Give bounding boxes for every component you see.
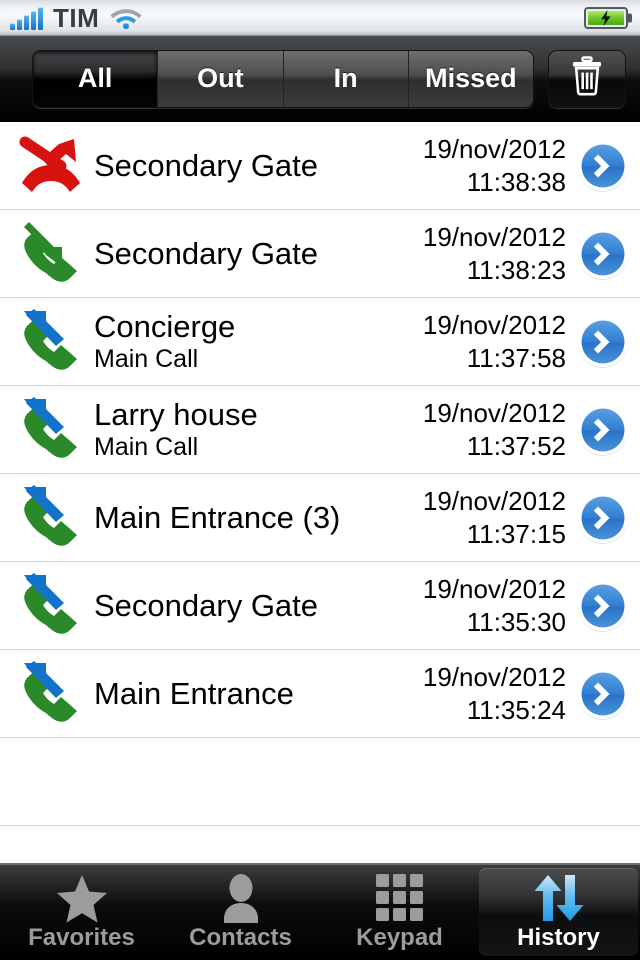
star-icon — [56, 873, 108, 923]
call-list-row[interactable]: Secondary Gate 19/nov/2012 11:38:38 — [0, 122, 640, 210]
history-arrows-icon — [531, 873, 587, 923]
tab-bar: Favorites Contacts Keypad History — [0, 863, 640, 960]
phone-screen: TIM All Out In Missed Secondary Gate 19/… — [0, 0, 640, 960]
call-row-timestamp: 19/nov/2012 11:35:24 — [423, 661, 576, 727]
filter-segment-in[interactable]: In — [283, 50, 409, 107]
filter-segment-all[interactable]: All — [33, 50, 159, 107]
trash-icon — [570, 56, 604, 101]
call-row-timestamp: 19/nov/2012 11:37:58 — [423, 309, 576, 375]
call-row-timestamp: 19/nov/2012 11:38:38 — [423, 133, 576, 199]
call-row-date: 19/nov/2012 — [422, 221, 566, 252]
call-list-row[interactable]: Main Entrance 19/nov/2012 11:35:24 — [0, 650, 640, 738]
filter-segment-missed[interactable]: Missed — [408, 50, 533, 107]
call-row-title: Secondary Gate — [94, 235, 319, 271]
disclosure-chevron-icon[interactable] — [576, 403, 630, 457]
call-list-row[interactable]: Secondary Gate 19/nov/2012 11:35:30 — [0, 562, 640, 650]
call-row-text: Main Entrance (3) — [90, 500, 423, 536]
tab-history-label: History — [517, 924, 600, 951]
call-row-time: 11:35:30 — [466, 606, 566, 637]
carrier-label: TIM — [53, 3, 100, 33]
call-row-time: 11:38:23 — [466, 254, 566, 285]
call-row-text: Larry house Main Call — [90, 397, 423, 462]
call-list-empty-row — [0, 738, 640, 826]
call-row-title: Main Entrance — [94, 675, 294, 711]
tab-favorites-label: Favorites — [28, 924, 135, 951]
disclosure-chevron-icon[interactable] — [576, 139, 630, 193]
filter-segment-out[interactable]: Out — [158, 50, 284, 107]
call-row-title: Concierge — [94, 309, 236, 344]
call-row-title: Secondary Gate — [94, 147, 319, 183]
call-row-date: 19/nov/2012 — [422, 573, 566, 604]
incoming-call-icon — [12, 221, 90, 287]
call-history-list[interactable]: Secondary Gate 19/nov/2012 11:38:38 Seconda… — [0, 122, 640, 863]
disclosure-chevron-icon[interactable] — [576, 227, 630, 281]
call-list-row[interactable]: Larry house Main Call 19/nov/2012 11:37:52 — [0, 386, 640, 474]
status-bar: TIM — [0, 0, 640, 36]
call-list-row[interactable]: Main Entrance (3) 19/nov/2012 11:37:15 — [0, 474, 640, 562]
call-row-time: 11:37:15 — [466, 518, 566, 549]
call-row-date: 19/nov/2012 — [422, 661, 566, 692]
keypad-grid-icon — [375, 873, 425, 923]
call-row-title: Larry house — [94, 397, 258, 432]
call-row-date: 19/nov/2012 — [422, 397, 566, 428]
signal-bars-icon — [10, 7, 43, 30]
call-row-timestamp: 19/nov/2012 11:38:23 — [423, 221, 576, 287]
disclosure-chevron-icon[interactable] — [576, 315, 630, 369]
tab-contacts[interactable]: Contacts — [161, 868, 320, 956]
filter-toolbar: All Out In Missed — [0, 36, 640, 122]
call-row-text: Secondary Gate — [90, 236, 423, 272]
tab-history[interactable]: History — [479, 868, 638, 956]
disclosure-chevron-icon[interactable] — [576, 579, 630, 633]
missed-call-icon — [12, 133, 90, 199]
call-row-time: 11:37:52 — [466, 430, 566, 461]
call-row-time: 11:38:38 — [466, 166, 566, 197]
call-row-timestamp: 19/nov/2012 11:37:15 — [423, 485, 576, 551]
tab-keypad[interactable]: Keypad — [320, 868, 479, 956]
call-row-text: Concierge Main Call — [90, 309, 423, 374]
outgoing-call-icon — [12, 572, 90, 639]
disclosure-chevron-icon[interactable] — [576, 667, 630, 721]
call-row-subtitle: Main Call — [94, 433, 199, 461]
call-row-subtitle: Main Call — [94, 345, 199, 373]
call-row-timestamp: 19/nov/2012 11:37:52 — [423, 397, 576, 463]
call-row-text: Main Entrance — [90, 676, 423, 712]
outgoing-call-icon — [12, 308, 90, 375]
call-row-text: Secondary Gate — [90, 148, 423, 184]
call-row-text: Secondary Gate — [90, 588, 423, 624]
tab-keypad-label: Keypad — [356, 924, 443, 951]
call-list-row[interactable]: Concierge Main Call 19/nov/2012 11:37:58 — [0, 298, 640, 386]
battery-charging-icon — [584, 6, 628, 29]
outgoing-call-icon — [12, 660, 90, 727]
status-bar-left: TIM — [10, 3, 143, 33]
call-row-time: 11:37:58 — [466, 342, 566, 373]
wifi-icon — [109, 5, 143, 29]
call-row-time: 11:35:24 — [466, 694, 566, 725]
call-row-date: 19/nov/2012 — [422, 133, 566, 164]
tab-favorites[interactable]: Favorites — [2, 868, 161, 956]
call-row-date: 19/nov/2012 — [422, 309, 566, 340]
call-filter-segmented-control[interactable]: All Out In Missed — [32, 49, 534, 108]
call-row-title: Secondary Gate — [94, 587, 319, 623]
call-row-title: Main Entrance (3) — [94, 499, 341, 535]
call-list-row[interactable]: Secondary Gate 19/nov/2012 11:38:23 — [0, 210, 640, 298]
delete-button[interactable] — [548, 49, 626, 108]
call-row-timestamp: 19/nov/2012 11:35:30 — [423, 573, 576, 639]
tab-contacts-label: Contacts — [189, 924, 292, 951]
disclosure-chevron-icon[interactable] — [576, 491, 630, 545]
call-row-date: 19/nov/2012 — [422, 485, 566, 516]
outgoing-call-icon — [12, 484, 90, 551]
outgoing-call-icon — [12, 396, 90, 463]
person-icon — [217, 873, 265, 923]
